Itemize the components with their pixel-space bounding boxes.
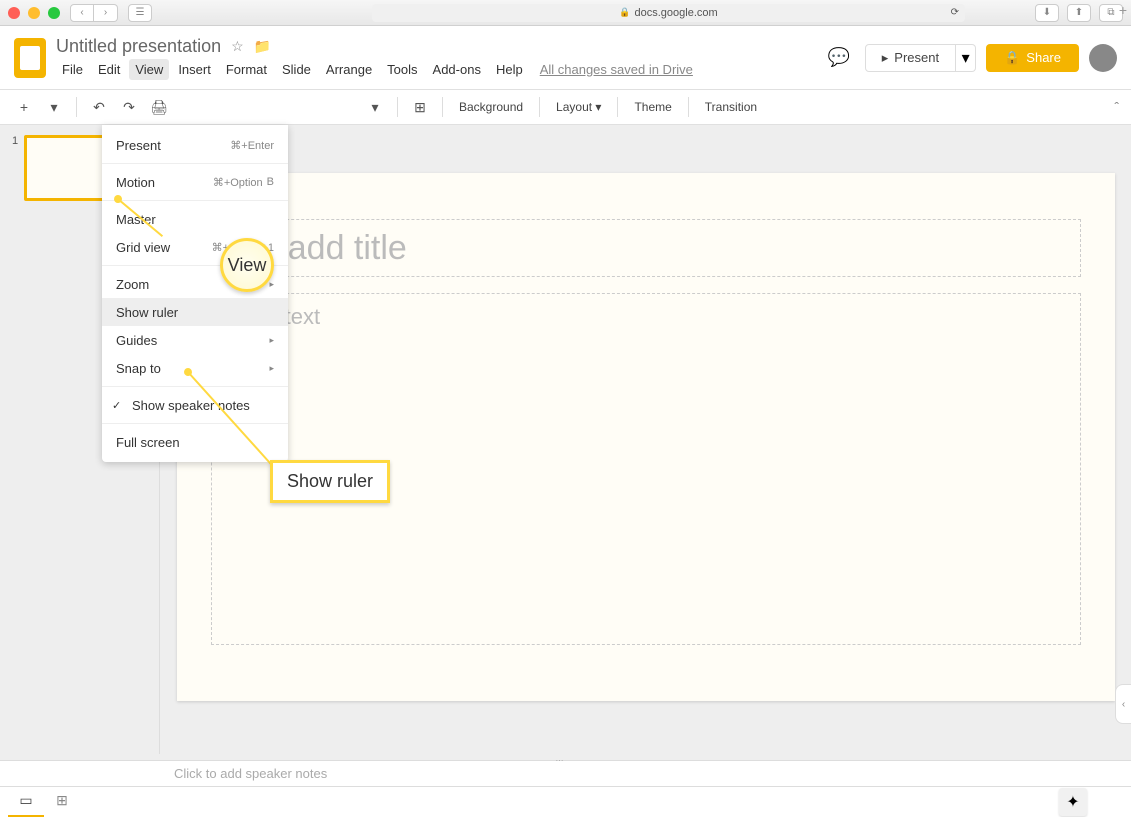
dropdown-present[interactable]: Present ⌘+Enter: [102, 131, 288, 159]
menu-bar: File Edit View Insert Format Slide Arran…: [56, 59, 693, 80]
menu-edit[interactable]: Edit: [92, 59, 126, 80]
share-label: Share: [1026, 50, 1061, 65]
print-button[interactable]: 🖨: [147, 95, 171, 119]
present-dropdown-button[interactable]: ▾: [956, 44, 976, 72]
separator: [617, 97, 618, 117]
user-avatar[interactable]: [1089, 44, 1117, 72]
content-area: 1 k to add title o add text Present ⌘+En…: [0, 125, 1131, 754]
new-slide-dropdown[interactable]: ▾: [42, 95, 66, 119]
app-header: Untitled presentation ☆ 📁 File Edit View…: [0, 26, 1131, 89]
nav-arrows: ‹ ›: [70, 4, 118, 22]
hide-menus-button[interactable]: ˆ: [1114, 99, 1119, 115]
canvas-area: k to add title o add text: [160, 125, 1131, 754]
menu-file[interactable]: File: [56, 59, 89, 80]
side-panel-toggle[interactable]: ‹: [1115, 684, 1131, 724]
share-safari-button[interactable]: ⬆: [1067, 4, 1091, 22]
dropdown-motion[interactable]: Motion ⌘+Option B: [102, 168, 288, 196]
titlebar-right: ⬇ ⬆ ⧉: [1035, 4, 1123, 22]
download-button[interactable]: ⬇: [1035, 4, 1059, 22]
slides-logo-icon[interactable]: [14, 38, 46, 78]
dropdown-guides[interactable]: Guides ▸: [102, 326, 288, 354]
view-dropdown-menu: Present ⌘+Enter Motion ⌘+Option B Master…: [102, 125, 288, 462]
menu-tools[interactable]: Tools: [381, 59, 423, 80]
dropdown-show-ruler[interactable]: Show ruler: [102, 298, 288, 326]
separator: [539, 97, 540, 117]
dropdown-show-speaker-notes[interactable]: ✓ Show speaker notes: [102, 391, 288, 419]
url-bar[interactable]: 🔒 docs.google.com ⟳: [372, 4, 965, 22]
menu-format[interactable]: Format: [220, 59, 273, 80]
slide-canvas[interactable]: k to add title o add text: [177, 173, 1115, 701]
menu-arrange[interactable]: Arrange: [320, 59, 378, 80]
grip-icon: ⋯: [556, 756, 576, 758]
doc-title[interactable]: Untitled presentation: [56, 36, 221, 57]
activity-icon[interactable]: 💬: [823, 42, 855, 74]
separator: [102, 386, 288, 387]
separator: [102, 423, 288, 424]
redo-button[interactable]: ↷: [117, 95, 141, 119]
browser-titlebar: ‹ › ☰ 🔒 docs.google.com ⟳ ⬇ ⬆ ⧉ +: [0, 0, 1131, 26]
separator: [442, 97, 443, 117]
present-button[interactable]: ▸ Present: [865, 44, 956, 72]
move-icon[interactable]: 📁: [254, 38, 271, 55]
separator: [76, 97, 77, 117]
arrow-dropdown[interactable]: ▾: [363, 95, 387, 119]
forward-button[interactable]: ›: [94, 4, 118, 22]
submenu-arrow-icon: ▸: [269, 363, 274, 374]
star-icon[interactable]: ☆: [231, 38, 244, 55]
check-icon: ✓: [112, 399, 121, 412]
new-slide-button[interactable]: +: [12, 95, 36, 119]
menu-addons[interactable]: Add-ons: [427, 59, 487, 80]
doc-info: Untitled presentation ☆ 📁 File Edit View…: [56, 36, 693, 80]
submenu-arrow-icon: ▸: [269, 335, 274, 346]
theme-button[interactable]: Theme: [628, 100, 677, 114]
speaker-notes-area[interactable]: Click to add speaker notes: [0, 760, 1131, 786]
close-window-button[interactable]: [8, 7, 20, 19]
grid-view-tab[interactable]: ⊞: [44, 787, 80, 817]
bottom-bar: ▭ ⊞ ✦: [0, 786, 1131, 816]
present-label: Present: [894, 50, 939, 65]
refresh-icon[interactable]: ⟳: [951, 7, 959, 18]
new-tab-button[interactable]: +: [1115, 2, 1131, 18]
separator: [688, 97, 689, 117]
doc-title-row: Untitled presentation ☆ 📁: [56, 36, 693, 57]
callout-show-ruler-annotation: Show ruler: [270, 460, 390, 503]
back-button[interactable]: ‹: [70, 4, 94, 22]
explore-button[interactable]: ✦: [1059, 788, 1087, 816]
window-controls: [8, 7, 60, 19]
maximize-window-button[interactable]: [48, 7, 60, 19]
present-button-group: ▸ Present ▾: [865, 44, 976, 72]
notes-divider[interactable]: ⋯: [0, 754, 1131, 760]
separator: [102, 163, 288, 164]
save-status[interactable]: All changes saved in Drive: [540, 62, 693, 77]
textbox-button[interactable]: ⊞: [408, 95, 432, 119]
layout-button[interactable]: Layout ▾: [550, 100, 607, 114]
title-placeholder[interactable]: k to add title: [211, 219, 1081, 277]
menu-help[interactable]: Help: [490, 59, 529, 80]
transition-button[interactable]: Transition: [699, 100, 763, 114]
separator: [397, 97, 398, 117]
present-play-icon: ▸: [882, 50, 889, 66]
share-button[interactable]: 🔒 Share: [986, 44, 1079, 72]
submenu-arrow-icon: ▸: [269, 279, 274, 290]
toolbar: + ▾ ↶ ↷ 🖨 ▾ ⊞ Background Layout ▾ Theme …: [0, 89, 1131, 125]
lock-icon: 🔒: [1004, 50, 1020, 66]
background-button[interactable]: Background: [453, 100, 529, 114]
url-text: docs.google.com: [635, 7, 718, 19]
undo-button[interactable]: ↶: [87, 95, 111, 119]
header-right: 💬 ▸ Present ▾ 🔒 Share: [823, 42, 1117, 74]
lock-icon: 🔒: [619, 7, 630, 18]
menu-view[interactable]: View: [129, 59, 169, 80]
slide-number: 1: [12, 135, 18, 201]
filmstrip-view-tab[interactable]: ▭: [8, 787, 44, 817]
separator: [102, 200, 288, 201]
minimize-window-button[interactable]: [28, 7, 40, 19]
menu-slide[interactable]: Slide: [276, 59, 317, 80]
callout-view-annotation: View: [220, 238, 274, 292]
menu-insert[interactable]: Insert: [172, 59, 217, 80]
sidebar-toggle-button[interactable]: ☰: [128, 4, 152, 22]
